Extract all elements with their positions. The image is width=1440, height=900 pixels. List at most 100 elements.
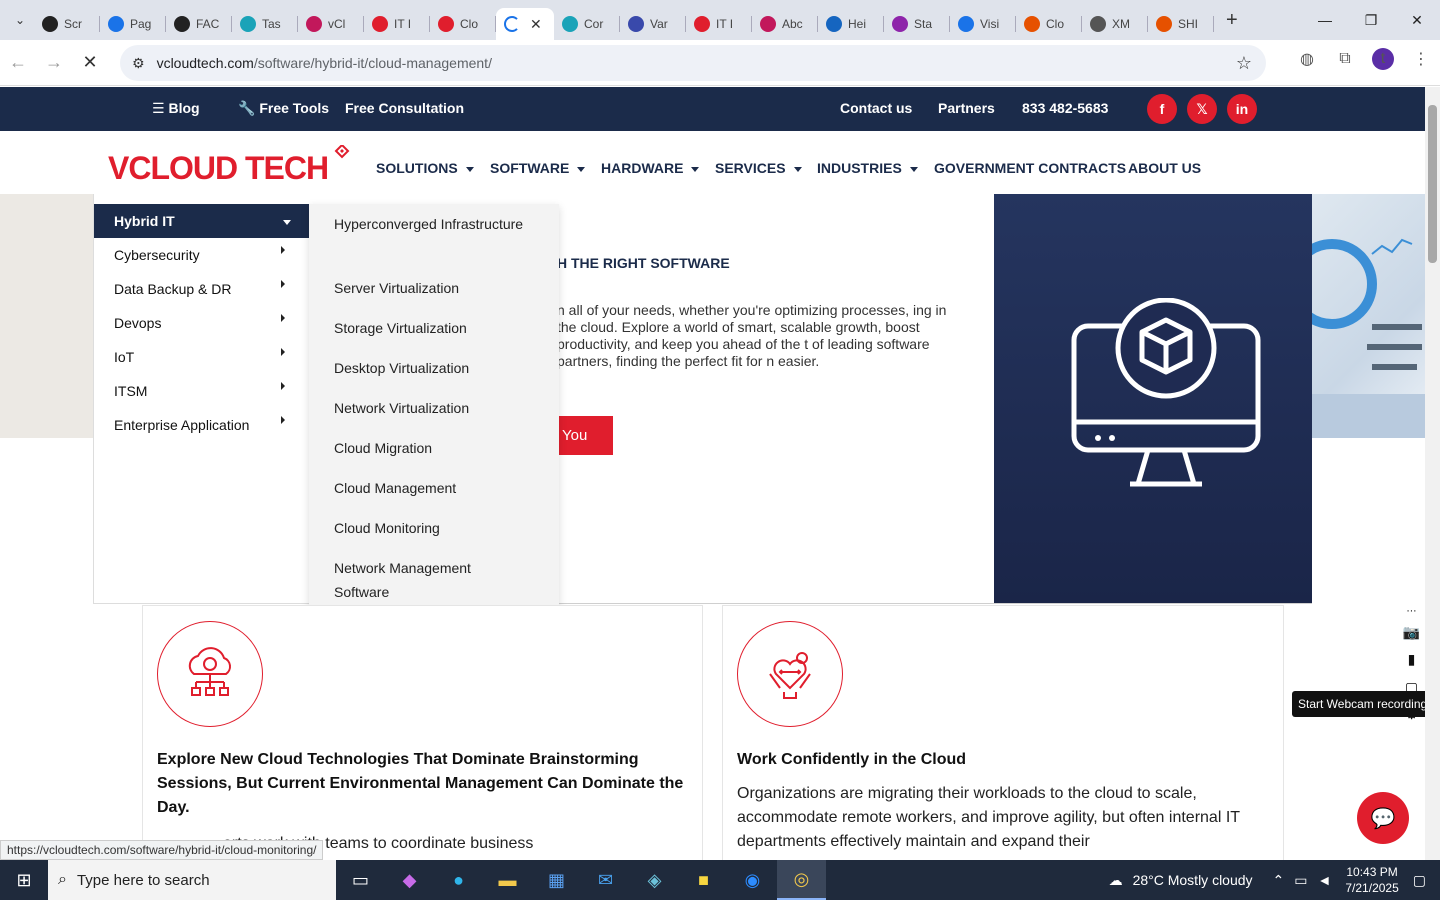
new-tab-icon[interactable]: + xyxy=(1226,9,1238,32)
linkedin-icon[interactable]: in xyxy=(1227,94,1257,124)
address-bar[interactable]: ⚙ vcloudtech.com/software/hybrid-it/clou… xyxy=(120,45,1266,81)
edge-icon[interactable]: ● xyxy=(434,860,483,900)
file-explorer-icon[interactable]: ▬ xyxy=(483,860,532,900)
browser-tab[interactable]: Pag xyxy=(100,8,166,40)
nav-about-us[interactable]: ABOUT US xyxy=(1128,160,1201,176)
menu-item-devops[interactable]: Devops xyxy=(94,306,309,340)
nav-software[interactable]: SOFTWARE xyxy=(490,160,586,176)
clock[interactable]: 10:43 PM 7/21/2025 xyxy=(1345,864,1398,896)
back-icon[interactable]: ← xyxy=(0,45,36,81)
hero-cta-button[interactable]: You xyxy=(558,416,613,455)
submenu-server-virtualization[interactable]: Server Virtualization xyxy=(334,276,534,300)
submenu-desktop-virtualization[interactable]: Desktop Virtualization xyxy=(334,356,534,380)
phone-link[interactable]: 833 482-5683 xyxy=(1022,100,1108,116)
profile-avatar[interactable]: t xyxy=(1372,48,1394,70)
chevron-down-icon xyxy=(465,166,474,172)
tab-favicon-icon xyxy=(438,16,454,32)
site-info-icon[interactable]: ⚙ xyxy=(132,55,145,72)
volume-icon[interactable]: ◄ xyxy=(1318,872,1332,888)
zoom-icon[interactable]: ◉ xyxy=(728,860,777,900)
stop-loading-icon[interactable]: ✕ xyxy=(72,45,108,81)
blog-link[interactable]: ☰ Blog xyxy=(152,100,200,117)
submenu-cloud-monitoring[interactable]: Cloud Monitoring xyxy=(334,516,534,540)
nav-industries[interactable]: INDUSTRIES xyxy=(817,160,918,176)
app-icon[interactable]: ◈ xyxy=(630,860,679,900)
tray-chevron-icon[interactable]: ⌃ xyxy=(1273,872,1285,889)
page-scrollbar[interactable] xyxy=(1425,87,1440,860)
mail-icon[interactable]: ✉ xyxy=(581,860,630,900)
network-icon[interactable]: ▭ xyxy=(1294,872,1307,889)
menu-item-itsm[interactable]: ITSM xyxy=(94,374,309,408)
submenu-hyperconverged[interactable]: Hyperconverged Infrastructure xyxy=(334,212,534,236)
nav-government-contracts[interactable]: GOVERNMENT CONTRACTS xyxy=(934,160,1126,176)
menu-item-enterprise-application[interactable]: Enterprise Application xyxy=(94,408,309,442)
menu-kebab-icon[interactable]: ⋮ xyxy=(1410,49,1432,69)
browser-tab[interactable]: XM xyxy=(1082,8,1148,40)
submenu-network-virtualization[interactable]: Network Virtualization xyxy=(334,396,534,420)
browser-tab[interactable]: Scr xyxy=(34,8,100,40)
weather-icon[interactable]: ☁ xyxy=(1109,872,1123,889)
browser-tab[interactable]: Visi xyxy=(950,8,1016,40)
browser-tab[interactable]: Clo xyxy=(430,8,496,40)
system-tray: ☁ 28°C Mostly cloudy ⌃ ▭ ◄ 10:43 PM 7/21… xyxy=(1109,860,1440,900)
vcloud-tech-logo[interactable]: VCLOUD TECH xyxy=(108,143,358,186)
taskbar-search[interactable]: ⌕ Type here to search xyxy=(48,860,336,900)
tab-favicon-icon xyxy=(174,16,190,32)
browser-tab[interactable]: Clo xyxy=(1016,8,1082,40)
scrollbar-thumb[interactable] xyxy=(1428,105,1437,263)
notifications-icon[interactable]: ▢ xyxy=(1413,872,1426,889)
restore-icon[interactable]: ❐ xyxy=(1348,0,1394,40)
close-window-icon[interactable]: ✕ xyxy=(1394,0,1440,40)
minimize-icon[interactable]: — xyxy=(1302,0,1348,40)
facebook-icon[interactable]: f xyxy=(1147,94,1177,124)
task-view-icon[interactable]: ▭ xyxy=(336,860,385,900)
bookmark-star-icon[interactable]: ☆ xyxy=(1236,53,1252,74)
windows-start-icon[interactable]: ⊞ xyxy=(0,860,48,900)
forward-icon[interactable]: → xyxy=(36,45,72,81)
wrench-icon: 🔧 xyxy=(238,100,260,116)
extensions-icon[interactable]: ⧉ xyxy=(1334,50,1356,68)
free-consultation-link[interactable]: Free Consultation xyxy=(345,100,464,116)
nav-services[interactable]: SERVICES xyxy=(715,160,802,176)
video-icon[interactable]: ▮ xyxy=(1408,651,1416,675)
menu-item-iot[interactable]: IoT xyxy=(94,340,309,374)
submenu-cloud-management[interactable]: Cloud Management xyxy=(334,476,534,500)
chat-icon[interactable]: 💬 xyxy=(1357,792,1409,844)
tab-close-icon[interactable]: ✕ xyxy=(530,16,542,33)
partners-link[interactable]: Partners xyxy=(938,100,995,116)
browser-tab[interactable]: Var xyxy=(620,8,686,40)
x-twitter-icon[interactable]: 𝕏 xyxy=(1187,94,1217,124)
browser-tab[interactable]: Tas xyxy=(232,8,298,40)
browser-tab[interactable]: Cor xyxy=(554,8,620,40)
browser-tab[interactable]: IT I xyxy=(364,8,430,40)
browser-tab[interactable]: ✕ xyxy=(496,8,554,40)
contact-link[interactable]: Contact us xyxy=(840,100,912,116)
browser-tab[interactable]: Sta xyxy=(884,8,950,40)
browser-tab[interactable]: Abc xyxy=(752,8,818,40)
menu-item-hybrid-it[interactable]: Hybrid IT xyxy=(94,204,309,238)
browser-tab[interactable]: vCl xyxy=(298,8,364,40)
pin-icon[interactable]: ⋯ xyxy=(1407,606,1417,620)
tab-search-icon[interactable]: ⌄ xyxy=(6,6,34,34)
browser-tab[interactable]: FAC xyxy=(166,8,232,40)
store-icon[interactable]: ▦ xyxy=(532,860,581,900)
submenu-storage-virtualization[interactable]: Storage Virtualization xyxy=(334,316,534,340)
translate-icon[interactable]: ◍ xyxy=(1296,49,1318,69)
camera-icon[interactable]: 📷 xyxy=(1403,624,1420,648)
submenu-cloud-migration[interactable]: Cloud Migration xyxy=(334,436,534,460)
browser-tab[interactable]: Hei xyxy=(818,8,884,40)
nav-solutions[interactable]: SOLUTIONS xyxy=(376,160,474,176)
weather-text[interactable]: 28°C Mostly cloudy xyxy=(1133,872,1253,888)
sticky-notes-icon[interactable]: ■ xyxy=(679,860,728,900)
submenu-network-management[interactable]: Network Management Software xyxy=(334,556,504,604)
chrome-icon[interactable]: ◎ xyxy=(777,860,826,900)
menu-item-cybersecurity[interactable]: Cybersecurity xyxy=(94,238,309,272)
nav-hardware[interactable]: HARDWARE xyxy=(601,160,700,176)
menu-item-data-backup[interactable]: Data Backup & DR xyxy=(94,272,309,306)
browser-tab[interactable]: IT I xyxy=(686,8,752,40)
hero-side-image xyxy=(1312,194,1425,438)
browser-tab[interactable]: SHI xyxy=(1148,8,1214,40)
url-text[interactable]: vcloudtech.com/software/hybrid-it/cloud-… xyxy=(157,55,492,71)
copilot-icon[interactable]: ◆ xyxy=(385,860,434,900)
free-tools-link[interactable]: 🔧 Free Tools xyxy=(238,100,329,117)
